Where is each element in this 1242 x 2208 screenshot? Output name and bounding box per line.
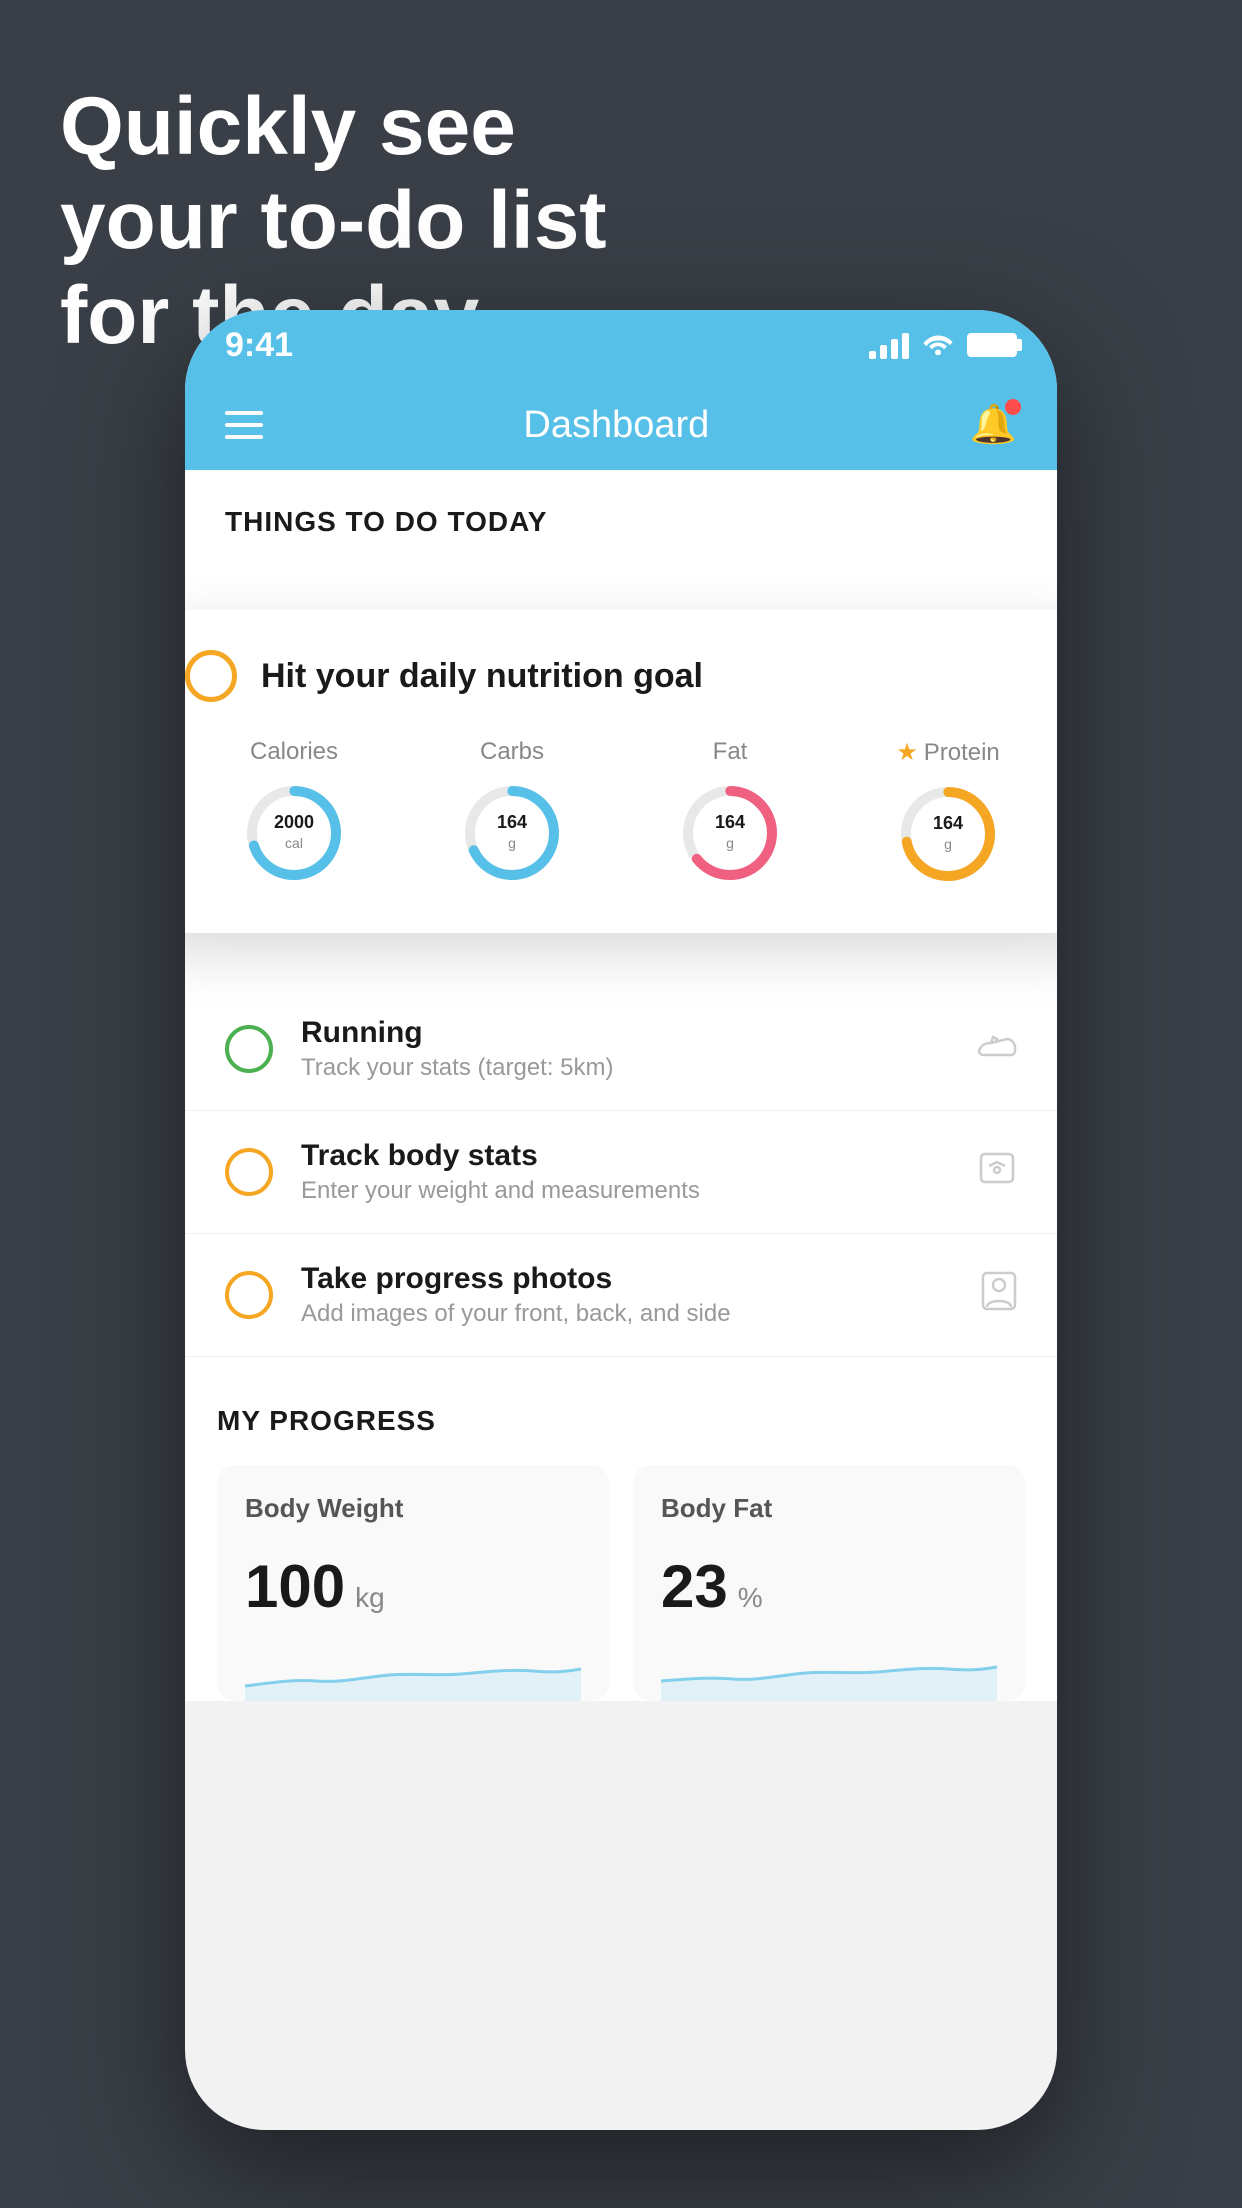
notification-dot [1005,399,1021,415]
body-weight-unit: kg [355,1582,385,1614]
svg-text:g: g [944,836,952,852]
progress-section-title: MY PROGRESS [217,1405,1025,1437]
fat-chart: 164 g [675,778,785,888]
progress-cards: Body Weight 100 kg Body Fat [217,1465,1025,1701]
protein-chart: 164 g [893,779,1003,889]
photos-desc: Add images of your front, back, and side [301,1300,953,1328]
status-bar: 9:41 [185,310,1057,380]
app-header: Dashboard 🔔 [185,380,1057,470]
body-stats-text: Track body stats Enter your weight and m… [301,1139,949,1205]
body-stats-desc: Enter your weight and measurements [301,1177,949,1205]
nutrition-check-circle[interactable] [185,650,237,702]
carbs-label: Carbs [480,738,544,766]
calories-item: Calories 2000 cal [239,738,349,888]
app-content: THINGS TO DO TODAY Hit your daily nutrit… [185,470,1057,1701]
todo-item-photos[interactable]: Take progress photos Add images of your … [185,1234,1057,1357]
calories-label: Calories [250,738,338,766]
body-weight-value: 100 kg [245,1552,581,1621]
nutrition-card-header: Hit your daily nutrition goal [185,650,1057,702]
signal-icon [869,331,909,359]
body-stats-name: Track body stats [301,1139,949,1173]
running-text: Running Track your stats (target: 5km) [301,1016,949,1082]
wifi-icon [921,329,955,362]
fat-label: Fat [713,738,748,766]
body-weight-number: 100 [245,1552,345,1621]
body-fat-value: 23 % [661,1552,997,1621]
body-weight-title: Body Weight [245,1493,581,1524]
things-to-do-title: THINGS TO DO TODAY [185,470,1057,558]
notification-bell-icon[interactable]: 🔔 [970,403,1017,447]
todo-item-body-stats[interactable]: Track body stats Enter your weight and m… [185,1111,1057,1234]
carbs-chart: 164 g [457,778,567,888]
calories-chart: 2000 cal [239,778,349,888]
running-name: Running [301,1016,949,1050]
body-fat-title: Body Fat [661,1493,997,1524]
status-time: 9:41 [225,326,293,365]
body-fat-number: 23 [661,1552,728,1621]
body-weight-chart [245,1641,581,1701]
scale-icon [977,1150,1017,1194]
svg-text:cal: cal [285,835,303,851]
carbs-item: Carbs 164 g [457,738,567,888]
battery-icon [967,333,1017,357]
protein-star-icon: ★ [896,738,918,767]
body-weight-card: Body Weight 100 kg [217,1465,609,1701]
nutrition-card: Hit your daily nutrition goal Calories 2… [185,610,1057,933]
body-fat-card: Body Fat 23 % [633,1465,1025,1701]
todo-list: Running Track your stats (target: 5km) T… [185,988,1057,1357]
phone-mockup: 9:41 Dashboard 🔔 [185,310,1057,2130]
photos-check-circle[interactable] [225,1271,273,1319]
body-fat-chart [661,1641,997,1701]
svg-text:g: g [726,835,734,851]
photos-name: Take progress photos [301,1262,953,1296]
svg-text:g: g [508,835,516,851]
header-title: Dashboard [523,404,709,447]
photos-text: Take progress photos Add images of your … [301,1262,953,1328]
svg-text:164: 164 [715,812,745,832]
running-check-circle[interactable] [225,1025,273,1073]
menu-icon[interactable] [225,411,263,439]
status-icons [869,329,1017,362]
svg-text:2000: 2000 [274,812,314,832]
nutrition-macros: Calories 2000 cal Carbs 164 g [185,738,1057,889]
protein-item: ★Protein 164 g [893,738,1003,889]
body-fat-unit: % [738,1582,763,1614]
nutrition-card-title: Hit your daily nutrition goal [261,657,703,696]
body-stats-check-circle[interactable] [225,1148,273,1196]
progress-section: MY PROGRESS Body Weight 100 kg [185,1357,1057,1701]
todo-item-running[interactable]: Running Track your stats (target: 5km) [185,988,1057,1111]
svg-text:164: 164 [933,813,963,833]
svg-text:164: 164 [497,812,527,832]
running-desc: Track your stats (target: 5km) [301,1054,949,1082]
fat-item: Fat 164 g [675,738,785,888]
protein-label: ★Protein [896,738,1000,767]
running-shoe-icon [977,1029,1017,1069]
person-photo-icon [981,1271,1017,1319]
